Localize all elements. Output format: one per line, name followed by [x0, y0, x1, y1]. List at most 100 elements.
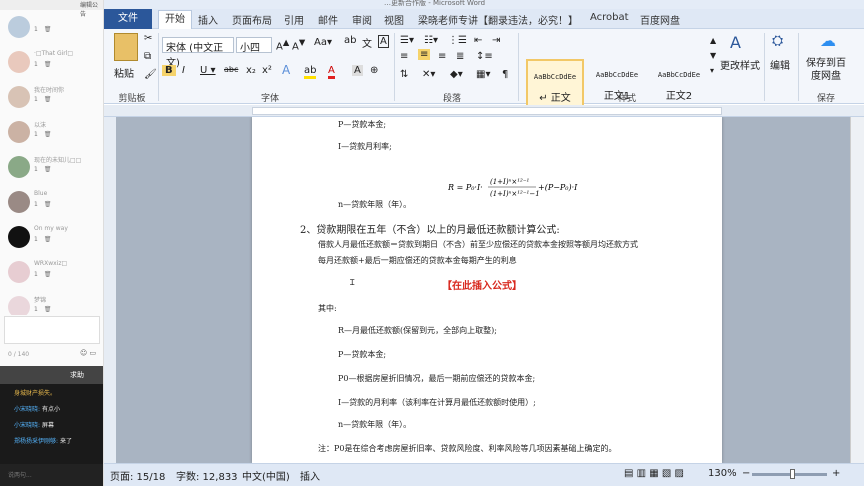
borders-icon[interactable]: ▦▾	[476, 69, 490, 80]
trash-icon[interactable]: 🗑	[44, 236, 52, 243]
tab-mailings[interactable]: 邮件	[318, 12, 338, 27]
zoom-out-icon[interactable]: −	[742, 468, 750, 479]
underline-button[interactable]: U ▾	[200, 65, 216, 76]
bullets-icon[interactable]: ☰▾	[400, 35, 414, 46]
shrink-font-icon[interactable]: A▼	[292, 37, 305, 52]
horizontal-ruler[interactable]	[104, 105, 864, 117]
view-buttons-icon[interactable]: ▤ ▥ ▦ ▧ ▨	[624, 468, 684, 479]
emoji-icon[interactable]: ☺ ▭	[80, 349, 96, 357]
strikethrough-button[interactable]: abc	[224, 65, 238, 74]
text-effects-icon[interactable]: A	[282, 63, 290, 77]
numbering-icon[interactable]: ☷▾	[424, 35, 438, 46]
zoom-slider-knob[interactable]	[790, 469, 795, 479]
char-shading-icon[interactable]: 文	[362, 35, 372, 50]
justify-icon[interactable]: ≣	[456, 51, 464, 62]
tab-baidu[interactable]: 百度网盘	[640, 12, 680, 27]
trash-icon[interactable]: 🗑	[44, 26, 52, 33]
say-input[interactable]: 说两句...	[0, 464, 103, 486]
chinese-layout-icon[interactable]: ✕▾	[422, 69, 435, 80]
trash-icon[interactable]: 🗑	[44, 201, 52, 208]
font-color-icon[interactable]: A	[328, 65, 335, 79]
chat-item[interactable]: 我在时间你 1 🗑	[0, 80, 103, 115]
tab-review[interactable]: 审阅	[352, 12, 372, 27]
edit-button[interactable]: 编辑	[770, 57, 790, 72]
chat-item[interactable]: 以沫 1 🗑	[0, 115, 103, 150]
trash-icon[interactable]: 🗑	[44, 61, 52, 68]
insert-mode[interactable]: 插入	[300, 468, 320, 483]
cut-icon[interactable]: ✂	[144, 33, 152, 44]
style-normal-2[interactable]: AaBbCcDdEe 正文2	[650, 59, 708, 107]
phonetic-guide-icon[interactable]: ab	[344, 35, 356, 46]
decrease-indent-icon[interactable]: ⇤	[474, 35, 482, 46]
trash-icon[interactable]: 🗑	[44, 306, 52, 313]
message-input[interactable]	[4, 316, 100, 344]
tab-acrobat[interactable]: Acrobat	[590, 12, 629, 23]
document-page[interactable]: P—贷款本金; I—贷款月利率; R = P₀·I· (1+I)ⁿ×¹²⁻¹ (…	[252, 117, 722, 463]
tab-view[interactable]: 视图	[384, 12, 404, 27]
chat-item[interactable]: 1 🗑	[0, 10, 103, 45]
char-shade-icon[interactable]: A	[352, 65, 363, 76]
align-right-icon[interactable]: ≡	[438, 51, 446, 62]
superscript-button[interactable]: x²	[262, 65, 272, 76]
trash-icon[interactable]: 🗑	[44, 271, 52, 278]
change-styles-icon[interactable]: A	[730, 33, 741, 52]
italic-button[interactable]: I	[182, 65, 185, 76]
chat-item[interactable]: WRXwxiz□ 1 🗑	[0, 255, 103, 290]
paste-icon[interactable]	[114, 33, 138, 61]
chat-item[interactable]: 梦锦 1 🗑	[0, 290, 103, 315]
tab-page-layout[interactable]: 页面布局	[232, 12, 272, 27]
subscript-button[interactable]: x₂	[246, 65, 256, 76]
multilevel-list-icon[interactable]: ⋮☰	[448, 35, 467, 46]
show-marks-icon[interactable]: ¶	[502, 69, 508, 80]
copy-icon[interactable]: ⧉	[144, 51, 151, 62]
vertical-scrollbar[interactable]	[850, 117, 864, 463]
tab-insert[interactable]: 插入	[198, 12, 218, 27]
zoom-level[interactable]: 130%	[708, 468, 737, 479]
enclose-char-icon[interactable]: ⊕	[370, 65, 378, 76]
vertical-ruler[interactable]	[104, 117, 116, 463]
tab-teacher[interactable]: 梁晓老师专讲【翻录违法，必究！】	[418, 12, 578, 27]
chat-item[interactable]: On my way 1 🗑	[0, 220, 103, 255]
align-center-icon[interactable]: ≡	[418, 49, 431, 60]
grow-font-icon[interactable]: A▲	[276, 37, 289, 52]
help-bar[interactable]: 求助	[0, 366, 103, 384]
word-count[interactable]: 字数: 12,833	[176, 468, 238, 483]
save-to-baidu-button[interactable]: 保存到百度网盘	[802, 57, 850, 83]
line-spacing-icon[interactable]: ↕≡	[476, 51, 493, 62]
tab-file[interactable]: 文件	[104, 9, 152, 29]
baidu-cloud-icon[interactable]: ☁	[820, 31, 836, 50]
change-styles-button[interactable]: 更改样式	[720, 57, 760, 72]
font-size-select[interactable]: 小四	[236, 37, 272, 54]
style-normal[interactable]: AaBbCcDdEe ↵ 正文	[526, 59, 584, 107]
chat-item[interactable]: 现在的未知儿□□ 1 🗑	[0, 150, 103, 185]
change-case-icon[interactable]: Aa▾	[314, 37, 332, 48]
trash-icon[interactable]: 🗑	[44, 96, 52, 103]
page-indicator[interactable]: 页面: 15/18	[110, 468, 165, 483]
format-painter-icon[interactable]: 🖌	[144, 69, 157, 80]
align-left-icon[interactable]: ≡	[400, 51, 408, 62]
shading-icon[interactable]: ◆▾	[450, 69, 463, 80]
font-name-select[interactable]: 宋体 (中文正文)	[162, 37, 234, 69]
increase-indent-icon[interactable]: ⇥	[492, 35, 500, 46]
ribbon-tabs: 文件 开始 插入 页面布局 引用 邮件 审阅 视图 梁晓老师专讲【翻录违法，必究…	[104, 9, 864, 30]
tab-home[interactable]: 开始	[158, 10, 192, 30]
char-border-icon[interactable]: A	[378, 35, 389, 48]
paste-button[interactable]: 粘贴	[114, 65, 134, 80]
tab-references[interactable]: 引用	[284, 12, 304, 27]
language-indicator[interactable]: 中文(中国)	[242, 468, 290, 483]
avatar	[8, 226, 30, 248]
chat-item[interactable]: Blue 1 🗑	[0, 185, 103, 220]
zoom-in-icon[interactable]: +	[832, 468, 840, 479]
trash-icon[interactable]: 🗑	[44, 166, 52, 173]
highlight-icon[interactable]: ab	[304, 65, 317, 79]
binoculars-icon[interactable]: ⛭	[772, 33, 783, 49]
chat-item[interactable]: ·□That Girl□ 1 🗑	[0, 45, 103, 80]
trash-icon[interactable]: 🗑	[44, 131, 52, 138]
formula-image[interactable]: R = P₀·I· (1+I)ⁿ×¹²⁻¹ (1+I)ⁿ×¹²⁻¹−1 +(P−…	[447, 175, 598, 203]
insert-formula-placeholder[interactable]: 【在此插入公式】	[442, 277, 522, 292]
chat-item-count: 1	[34, 306, 38, 313]
bold-button[interactable]: B	[162, 65, 176, 76]
sort-icon[interactable]: ⇅	[400, 69, 408, 80]
styles-scroll-icon[interactable]: ▲ ▼ ▾	[710, 33, 716, 78]
chat-item-count: 1	[34, 61, 38, 68]
